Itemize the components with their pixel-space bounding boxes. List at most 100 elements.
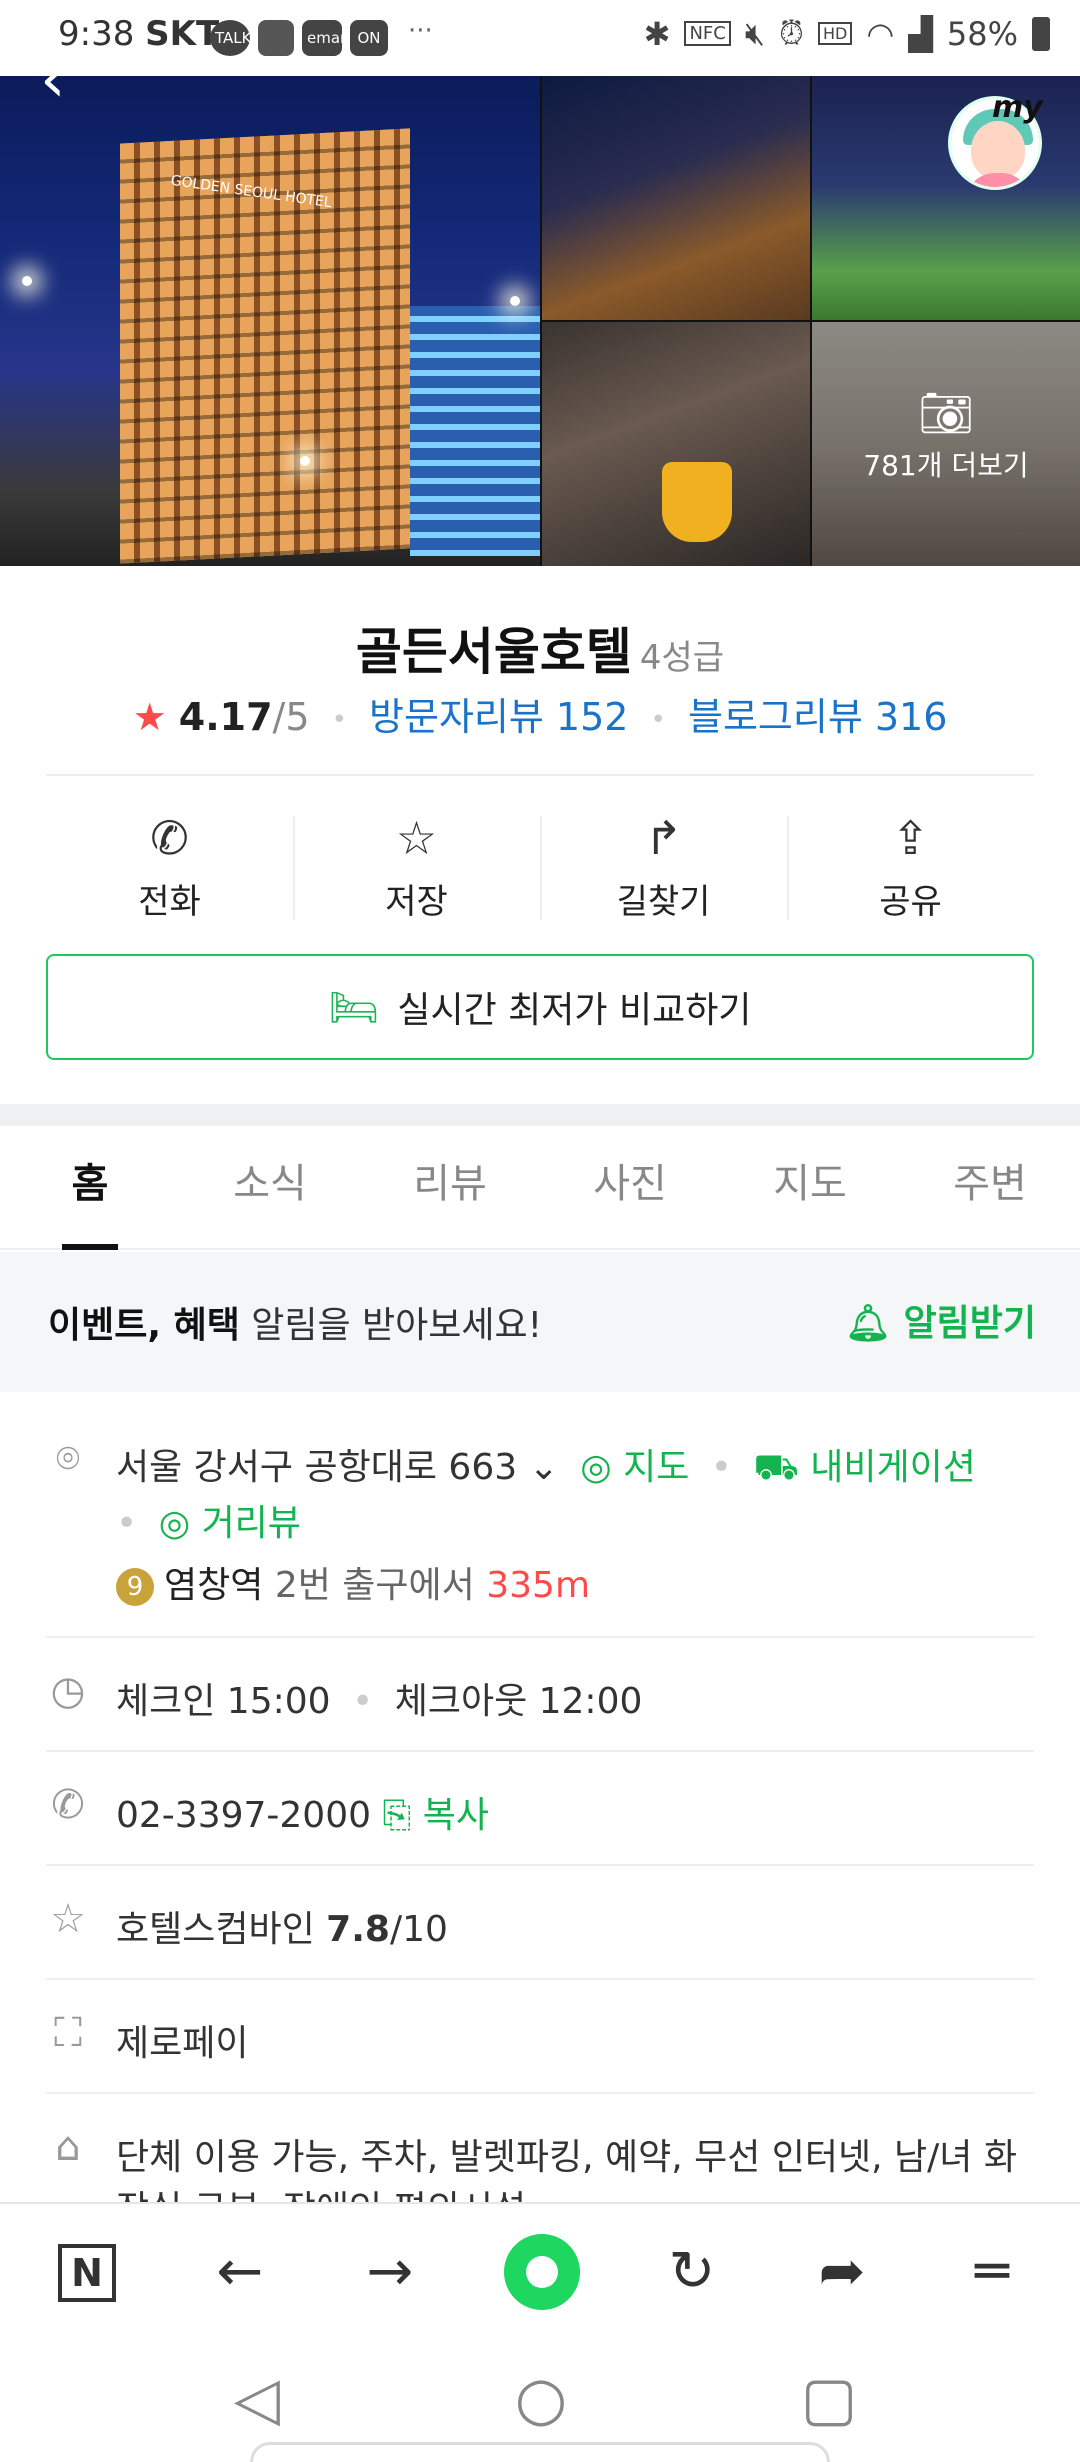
tab-reviews[interactable]: 리뷰: [360, 1126, 540, 1248]
status-bar: 9:38 SKT TALK emart ON ··· ✱ NFC 🔇︎ ⏰︎ H…: [0, 0, 1080, 76]
separator-dot: •: [116, 1503, 138, 1544]
light-flare: [22, 276, 32, 286]
tab-home[interactable]: 홈: [0, 1126, 180, 1248]
station-exit: 2번 출구에서: [274, 1565, 475, 1606]
map-link[interactable]: ◎ 지도: [580, 1447, 689, 1488]
station-distance: 335m: [486, 1565, 591, 1606]
copy-label: 복사: [422, 1795, 489, 1836]
signal-icon: ▟: [908, 14, 933, 53]
share-icon: ⇪: [891, 811, 930, 865]
alert-rest: 알림을 받아보세요!: [239, 1305, 543, 1346]
alert-text: 이벤트, 혜택 알림을 받아보세요!: [48, 1296, 542, 1348]
street-view-link[interactable]: ◎ 거리뷰: [159, 1503, 301, 1544]
bluetooth-icon: ✱: [643, 14, 671, 53]
star-icon: ★: [132, 695, 167, 739]
tab-news[interactable]: 소식: [180, 1126, 360, 1248]
system-home-icon[interactable]: ○: [496, 2364, 586, 2434]
system-recents-icon[interactable]: ▢: [784, 2364, 874, 2434]
navigation-link[interactable]: ⛟ 내비게이션: [753, 1447, 975, 1488]
alert-subscribe-button[interactable]: 🔔︎ 알림받기: [845, 1294, 1036, 1346]
share-arrow-icon[interactable]: ➦: [802, 2238, 882, 2306]
tab-nearby[interactable]: 주변: [900, 1126, 1080, 1248]
blog-review-link[interactable]: 블로그리뷰 316: [688, 695, 947, 739]
rooftop-restaurant-photo[interactable]: [542, 76, 810, 320]
scan-icon: ⛶: [54, 2010, 82, 2056]
location-pin-icon: ⌾: [56, 1436, 80, 1482]
navigation-link-label: 내비게이션: [810, 1447, 976, 1488]
map-link-label: 지도: [623, 1447, 690, 1488]
rating-row: ★ 4.17/5 • 방문자리뷰 152 • 블로그리뷰 316: [0, 686, 1080, 741]
system-back-icon[interactable]: ◁: [212, 2364, 302, 2434]
lobby-photo[interactable]: [542, 322, 810, 566]
green-dot-icon[interactable]: [504, 2234, 580, 2310]
zeropay-label: 제로페이: [116, 2023, 249, 2064]
divider: [46, 1750, 1034, 1752]
visitor-review-link[interactable]: 방문자리뷰 152: [369, 695, 628, 739]
price-compare-label: 실시간 최저가 비교하기: [397, 990, 752, 1031]
bell-icon: 🔔︎: [845, 1303, 891, 1344]
phone-number[interactable]: 02-3397-2000: [116, 1795, 371, 1836]
naver-home-icon[interactable]: N: [58, 2244, 116, 2302]
share-label: 공유: [879, 882, 942, 922]
alert-subscribe-label: 알림받기: [903, 1303, 1036, 1344]
tab-photos[interactable]: 사진: [540, 1126, 720, 1248]
tab-map[interactable]: 지도: [720, 1126, 900, 1248]
zeropay-row: 제로페이: [116, 2014, 248, 2066]
map-pin-icon: ◎: [580, 1447, 612, 1488]
hotel-main-photo[interactable]: GOLDEN SEOUL HOTEL: [0, 76, 540, 566]
glass-building-image: [410, 306, 540, 556]
battery-text: 58%: [946, 14, 1018, 53]
hotels-combined-row[interactable]: 호텔스컴바인 7.8/10: [116, 1900, 448, 1952]
address-text: 서울 강서구 공항대로 663: [116, 1447, 518, 1488]
bed-icon: 🛏︎: [328, 984, 380, 1031]
station-name: 염창역: [164, 1565, 264, 1606]
checkout-time: 체크아웃 12:00: [394, 1681, 643, 1722]
my-label: my: [992, 90, 1043, 125]
menu-icon[interactable]: ═: [952, 2238, 1032, 2306]
light-flare: [300, 456, 310, 466]
photo-grid: GOLDEN SEOUL HOTEL 📷︎ 781개 더보기: [0, 76, 1080, 566]
browser-toolbar: N ← → ↻ ➦ ═: [0, 2202, 1080, 2338]
phone-row: 02-3397-2000 ⎘ 복사: [116, 1786, 489, 1838]
expand-chevron-icon[interactable]: ⌄: [529, 1447, 559, 1488]
directions-button[interactable]: ↱ 길찾기: [540, 808, 787, 928]
hotels-combined-max: /10: [389, 1909, 448, 1950]
separator-dot: •: [352, 1681, 374, 1722]
price-compare-button[interactable]: 🛏︎ 실시간 최저가 비교하기: [46, 954, 1034, 1060]
system-nav-bar: ◁ ○ ▢: [0, 2338, 1080, 2462]
alert-bold: 이벤트, 혜택: [48, 1305, 240, 1346]
divider: [46, 1636, 1034, 1638]
forward-arrow-icon[interactable]: →: [350, 2238, 430, 2306]
back-icon[interactable]: ‹: [40, 40, 100, 120]
share-button[interactable]: ⇪ 공유: [787, 808, 1034, 928]
save-button[interactable]: ☆ 저장: [293, 808, 540, 928]
hd-voice-icon: HD: [817, 22, 853, 45]
rating-max: /5: [272, 695, 310, 739]
address-row: 서울 강서구 공항대로 663 ⌄ ◎ 지도 • ⛟ 내비게이션: [116, 1438, 976, 1493]
wifi-icon: ◠: [866, 14, 895, 53]
talk-badge-icon: TALK: [210, 20, 251, 56]
copy-button[interactable]: ⎘ 복사: [382, 1795, 489, 1836]
call-label: 전화: [138, 882, 201, 922]
divider: [46, 2092, 1034, 2094]
refresh-icon[interactable]: ↻: [652, 2238, 732, 2306]
call-button[interactable]: ✆ 전화: [46, 808, 293, 928]
more-photos-label: 781개 더보기: [863, 449, 1029, 482]
phone-icon: ✆: [150, 811, 189, 865]
map-pin-icon: ◎: [158, 1503, 191, 1544]
notification-icon: [258, 20, 294, 56]
section-gap: [0, 1104, 1080, 1126]
back-arrow-icon[interactable]: ←: [200, 2238, 280, 2306]
directions-icon: ↱: [644, 811, 683, 865]
action-bar: ✆ 전화 ☆ 저장 ↱ 길찾기 ⇪ 공유: [46, 808, 1034, 928]
phone-icon: ✆: [51, 1782, 85, 1828]
checkin-row: 체크인 15:00 • 체크아웃 12:00: [116, 1672, 642, 1724]
separator-dot: •: [331, 704, 347, 735]
street-view-row: • ◎ 거리뷰: [116, 1494, 301, 1546]
subway-row: 9 염창역 2번 출구에서 335m: [116, 1556, 590, 1608]
divider: [46, 774, 1034, 776]
avatar-face: [971, 121, 1025, 179]
more-photos-button[interactable]: 📷︎ 781개 더보기: [812, 322, 1080, 566]
place-title: 골든서울호텔 4성급: [0, 612, 1080, 684]
separator-dot: •: [710, 1447, 733, 1488]
